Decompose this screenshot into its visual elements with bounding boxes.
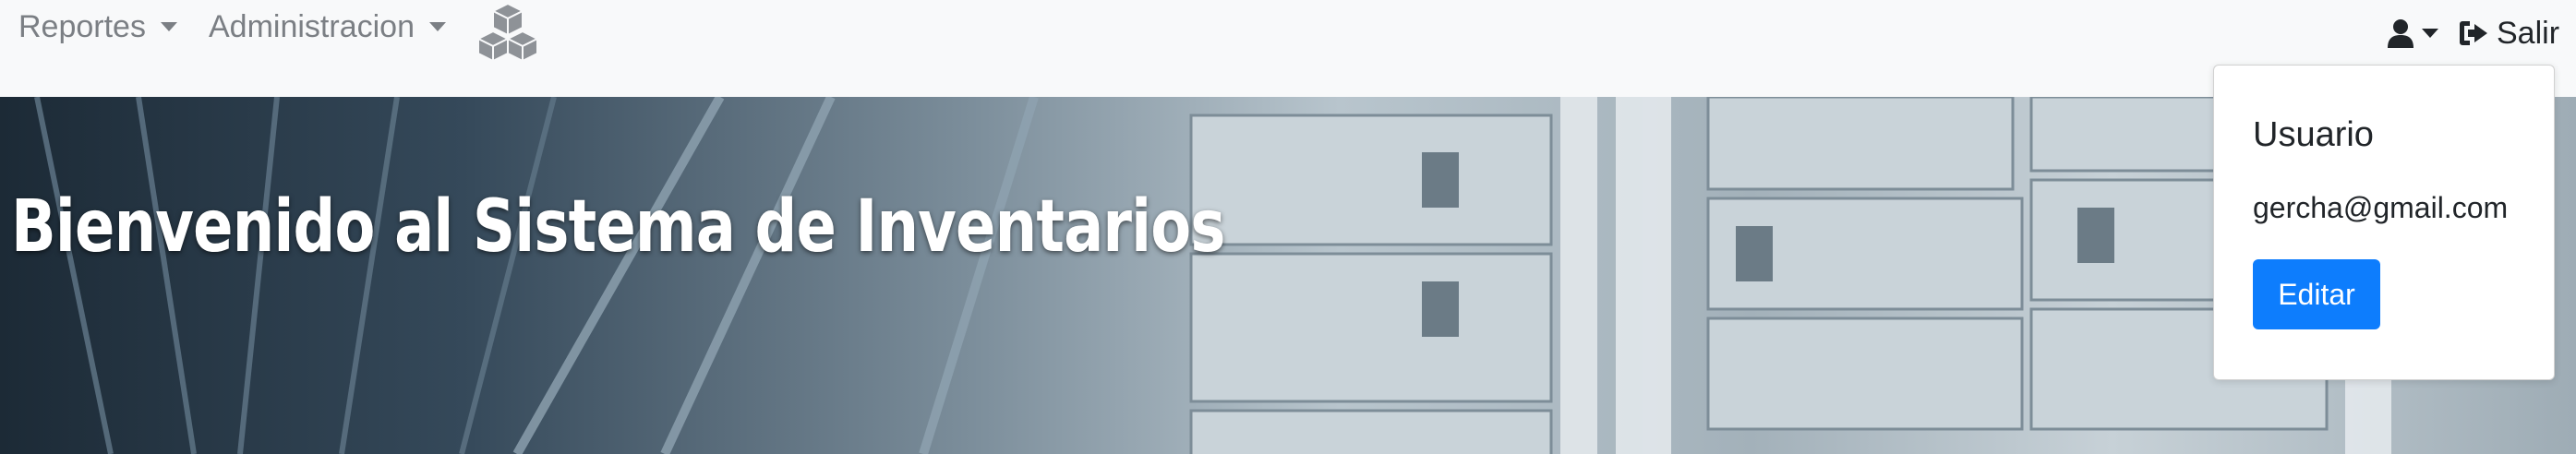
user-icon <box>2388 19 2413 48</box>
hero-title: Bienvenido al Sistema de Inventarios <box>11 185 1225 269</box>
user-menu-toggle[interactable] <box>2387 9 2438 57</box>
navbar: Reportes Administracion Salir <box>0 0 2576 97</box>
nav-menu-reportes[interactable]: Reportes <box>18 4 177 50</box>
user-dropdown-menu: Usuario gercha@gmail.com Editar <box>2213 65 2555 380</box>
caret-down-icon <box>428 22 446 31</box>
sign-out-icon <box>2460 21 2487 45</box>
nav-menu-administracion[interactable]: Administracion <box>209 4 446 50</box>
caret-down-icon <box>2422 29 2438 38</box>
user-email: gercha@gmail.com <box>2253 191 2509 224</box>
warehouse-background-image <box>34 97 2391 454</box>
logout-link[interactable]: Salir <box>2458 9 2559 57</box>
cubes-icon[interactable] <box>475 2 541 63</box>
nav-menu-label: Administracion <box>209 8 415 44</box>
edit-button[interactable]: Editar <box>2253 259 2380 329</box>
logout-label: Salir <box>2497 15 2560 51</box>
caret-down-icon <box>160 22 177 31</box>
hero-banner: Bienvenido al Sistema de Inventarios <box>0 97 2576 454</box>
nav-menu-label: Reportes <box>18 8 146 44</box>
user-menu-header: Usuario <box>2253 115 2374 154</box>
